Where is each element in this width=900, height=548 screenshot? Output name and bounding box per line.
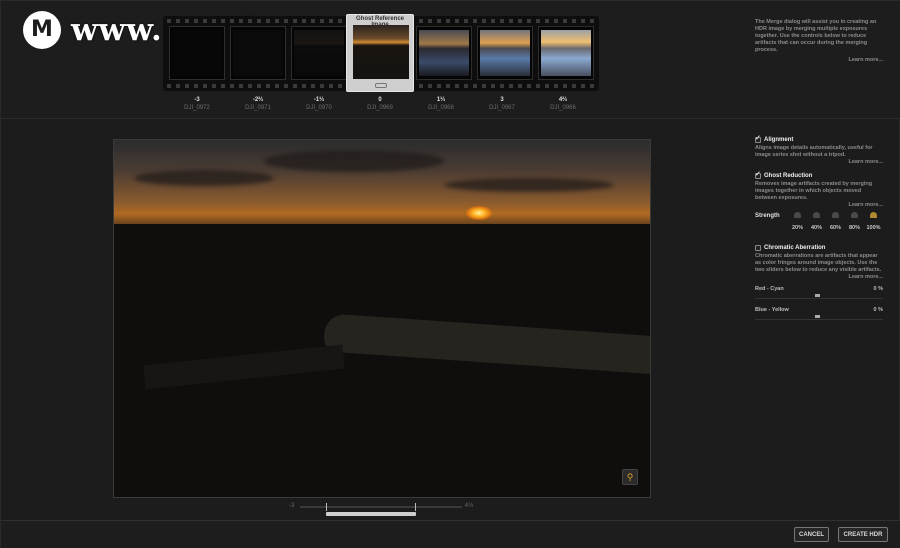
exposure-frame[interactable] — [230, 26, 286, 80]
chromatic-aberration-section: Chromatic Aberration Chromatic aberratio… — [755, 245, 883, 320]
preview-cloud — [134, 170, 274, 186]
exposure-thumbnail — [480, 30, 530, 76]
strength-option[interactable]: 60% — [826, 212, 845, 231]
cancel-button[interactable]: CANCEL — [794, 527, 829, 542]
exposure-frame[interactable] — [416, 26, 472, 80]
exposure-frame[interactable] — [169, 26, 225, 80]
chromatic-aberration-title: Chromatic Aberration — [764, 245, 826, 251]
exposure-thumbnail — [294, 30, 344, 76]
blue-yellow-value: 0 % — [873, 307, 883, 313]
exposure-frame[interactable] — [477, 26, 533, 80]
exposure-label: 0 DJI_0969 — [367, 97, 393, 111]
chromatic-aberration-header[interactable]: Chromatic Aberration — [755, 245, 883, 251]
exposure-thumbnail — [541, 30, 591, 76]
preview-cloud — [444, 178, 614, 192]
blue-yellow-label: Blue - Yellow — [755, 307, 789, 313]
strength-label: Strength — [755, 213, 780, 219]
ghost-reduction-checkbox[interactable] — [755, 170, 761, 179]
preview-cloud — [264, 150, 444, 172]
ev-range-selection[interactable] — [326, 503, 416, 511]
strength-option[interactable]: 40% — [807, 212, 826, 231]
strength-option[interactable]: 20% — [788, 212, 807, 231]
blue-yellow-slider[interactable] — [755, 314, 883, 320]
magnifier-icon: ⚲ — [626, 471, 634, 482]
ghost-icon — [870, 212, 877, 218]
ghost-reduction-desc: Removes image artifacts created by mergi… — [755, 181, 873, 201]
hdr-preview-image: ⚲ — [113, 139, 651, 498]
exposure-frame[interactable] — [538, 26, 594, 80]
strength-option-selected[interactable]: 100% — [864, 212, 883, 231]
ghost-icon — [794, 212, 801, 218]
exposure-label: -2⅔ DJI_0971 — [245, 97, 271, 111]
red-cyan-value: 0 % — [873, 286, 883, 292]
ev-range-slider[interactable]: -3 4⅔ — [286, 501, 476, 521]
alignment-checkbox[interactable] — [755, 134, 761, 143]
ev-range-min: -3 — [289, 503, 295, 509]
create-hdr-button[interactable]: CREATE HDR — [838, 527, 888, 542]
ghost-reduction-section: Ghost Reduction Removes image artifacts … — [755, 170, 883, 231]
ev-range-handle[interactable] — [326, 512, 416, 516]
alignment-header[interactable]: Alignment — [755, 134, 883, 143]
exposure-thumbnail — [172, 30, 222, 76]
alignment-title: Alignment — [764, 137, 794, 143]
exposure-label: 3 DJI_0967 — [489, 97, 515, 111]
intro-help: The Merge dialog will assist you in crea… — [755, 19, 883, 64]
ghost-icon — [851, 212, 858, 218]
ghost-reference-frame[interactable]: Ghost Reference Image — [346, 14, 414, 92]
brand-logo-icon: M — [23, 11, 61, 49]
intro-text: The Merge dialog will assist you in crea… — [755, 19, 877, 53]
ghost-learn-more-link[interactable]: Learn more... — [755, 202, 883, 208]
chromatic-aberration-checkbox[interactable] — [755, 245, 761, 251]
merge-dialog: M www.MacZ.com Ghost Reference Image -3D… — [0, 0, 900, 548]
blue-yellow-slider-knob[interactable] — [815, 315, 820, 318]
ghost-reduction-title: Ghost Reduction — [764, 173, 813, 179]
red-cyan-label: Red - Cyan — [755, 286, 784, 292]
ghost-icon — [813, 212, 820, 218]
exposure-label: 1⅓ DJI_0968 — [428, 97, 454, 111]
red-cyan-row: Red - Cyan 0 % — [755, 286, 883, 292]
alignment-learn-more-link[interactable]: Learn more... — [755, 159, 883, 165]
exposure-labels: -3 DJI_0972 -2⅔ DJI_0971 -1⅓ DJI_0970 0 DJI_… — [166, 97, 606, 117]
exposure-thumbnail — [419, 30, 469, 76]
exposure-thumbnail — [233, 30, 283, 76]
alignment-desc: Aligns image details automatically, usef… — [755, 145, 873, 158]
zoom-button[interactable]: ⚲ — [622, 469, 638, 485]
strength-options: 20% 40% 60% 80% 100% — [788, 212, 883, 231]
strength-control: Strength 20% 40% 60% 80% 100% — [755, 212, 883, 231]
exposure-frame[interactable] — [291, 26, 347, 80]
blue-yellow-row: Blue - Yellow 0 % — [755, 307, 883, 313]
ghost-reduction-header[interactable]: Ghost Reduction — [755, 170, 883, 179]
frame-handle — [375, 83, 387, 88]
intro-learn-more-link[interactable]: Learn more... — [755, 57, 883, 64]
ev-range-max: 4⅔ — [464, 503, 473, 509]
filmstrip: Ghost Reference Image — [163, 14, 599, 92]
alignment-section: Alignment Aligns image details automatic… — [755, 134, 883, 165]
footer-bar: CANCEL CREATE HDR — [1, 520, 900, 548]
exposure-label: -3 DJI_0972 — [184, 97, 210, 111]
exposure-label: 4⅔ DJI_0966 — [550, 97, 576, 111]
filmstrip-area: M www.MacZ.com Ghost Reference Image -3D… — [1, 1, 900, 119]
chromatic-learn-more-link[interactable]: Learn more... — [755, 274, 883, 280]
red-cyan-slider-knob[interactable] — [815, 294, 820, 297]
exposure-label: -1⅓ DJI_0970 — [306, 97, 332, 111]
preview-sun — [466, 206, 492, 220]
merge-options-panel: Alignment Aligns image details automatic… — [755, 134, 883, 328]
strength-option[interactable]: 80% — [845, 212, 864, 231]
chromatic-aberration-desc: Chromatic aberrations are artifacts that… — [755, 253, 882, 273]
exposure-thumbnail — [353, 25, 409, 79]
ghost-icon — [832, 212, 839, 218]
red-cyan-slider[interactable] — [755, 293, 883, 299]
